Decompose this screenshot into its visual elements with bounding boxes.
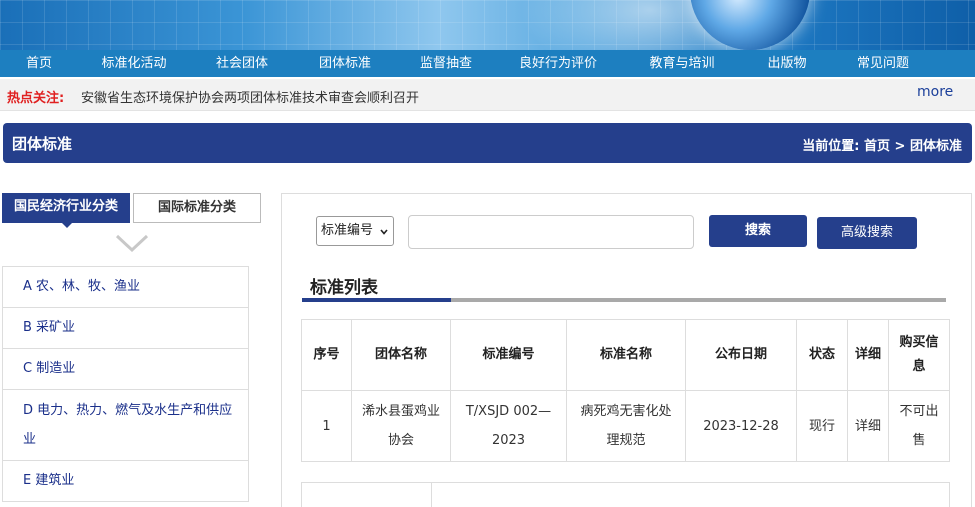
nav-item-standardization-activities[interactable]: 标准化活动 (78, 50, 190, 77)
category-item-a[interactable]: A 农、林、牧、渔业 (2, 267, 249, 308)
cell-org: 浠水县蛋鸡业协会 (351, 390, 451, 462)
secondary-table-divider (431, 483, 432, 507)
breadcrumb-current: 团体标准 (909, 139, 962, 154)
header-buy: 购买信息 (888, 319, 950, 391)
header-code: 标准编号 (450, 319, 567, 391)
header-date: 公布日期 (685, 319, 797, 391)
search-button[interactable]: 搜索 (709, 215, 807, 247)
table-row: 1 浠水县蛋鸡业协会 T/XSJD 002—2023 病死鸡无害化处理规范 20… (301, 390, 950, 462)
table-header-row: 序号 团体名称 标准编号 标准名称 公布日期 状态 详细 购买信息 (301, 319, 950, 391)
tab-international-standard[interactable]: 国际标准分类 (133, 193, 261, 223)
list-title: 标准列表 (310, 278, 378, 298)
title-underline-accent (302, 298, 451, 302)
header-org: 团体名称 (351, 319, 451, 391)
secondary-table (301, 482, 950, 507)
header-no: 序号 (301, 319, 352, 391)
cell-date: 2023-12-28 (685, 390, 797, 462)
category-item-d[interactable]: D 电力、热力、燃气及水生产和供应业 (2, 390, 249, 461)
tab-national-economy[interactable]: 国民经济行业分类 (2, 193, 130, 228)
category-item-e[interactable]: E 建筑业 (2, 461, 249, 502)
more-link[interactable]: more (917, 84, 953, 100)
header-banner (0, 0, 975, 50)
advanced-search-button[interactable]: 高级搜索 (817, 217, 917, 249)
hot-news-link[interactable]: 安徽省生态环境保护协会两项团体标准技术审查会顺利召开 (81, 87, 419, 106)
cell-status: 现行 (796, 390, 848, 462)
nav-item-good-behavior[interactable]: 良好行为评价 (496, 50, 620, 77)
nav-item-home[interactable]: 首页 (0, 50, 78, 77)
nav-item-social-groups[interactable]: 社会团体 (190, 50, 294, 77)
category-item-c[interactable]: C 制造业 (2, 349, 249, 390)
header-status: 状态 (796, 319, 848, 391)
breadcrumb-home[interactable]: 首页 (864, 139, 890, 154)
detail-link[interactable]: 详细 (847, 390, 889, 462)
hot-news-label: 热点关注: (7, 91, 65, 106)
main-nav: 首页 标准化活动 社会团体 团体标准 监督抽查 良好行为评价 教育与培训 出版物… (0, 50, 975, 77)
nav-item-publications[interactable]: 出版物 (744, 50, 830, 77)
search-field-select-value: 标准编号 (321, 223, 374, 238)
standards-table: 序号 团体名称 标准编号 标准名称 公布日期 状态 详细 购买信息 1 浠水县蛋… (301, 319, 950, 462)
header-detail: 详细 (847, 319, 889, 391)
cell-buy: 不可出售 (888, 390, 950, 462)
banner-grid-pattern (0, 0, 975, 50)
nav-item-education[interactable]: 教育与培训 (620, 50, 744, 77)
category-item-b[interactable]: B 采矿业 (2, 308, 249, 349)
category-list: A 农、林、牧、渔业 B 采矿业 C 制造业 D 电力、热力、燃气及水生产和供应… (2, 266, 249, 502)
breadcrumb: 当前位置: 首页 > 团体标准 (802, 135, 962, 154)
search-input[interactable] (408, 215, 694, 249)
chevron-down-icon[interactable] (115, 233, 149, 253)
header-name: 标准名称 (566, 319, 686, 391)
hot-news-bar: 热点关注: 安徽省生态环境保护协会两项团体标准技术审查会顺利召开 more (0, 79, 975, 111)
nav-item-faq[interactable]: 常见问题 (830, 50, 936, 77)
breadcrumb-prefix: 当前位置: (802, 139, 860, 154)
page-title: 团体标准 (12, 135, 73, 153)
breadcrumb-separator: > (894, 139, 906, 154)
nav-item-supervision[interactable]: 监督抽查 (396, 50, 496, 77)
nav-item-group-standards[interactable]: 团体标准 (294, 50, 396, 77)
search-field-select[interactable]: 标准编号 (316, 216, 394, 246)
section-title-bar: 团体标准 当前位置: 首页 > 团体标准 (3, 123, 972, 163)
cell-no: 1 (301, 390, 352, 462)
cell-name: 病死鸡无害化处理规范 (566, 390, 686, 462)
chevron-down-icon (380, 229, 388, 235)
cell-code: T/XSJD 002—2023 (450, 390, 567, 462)
